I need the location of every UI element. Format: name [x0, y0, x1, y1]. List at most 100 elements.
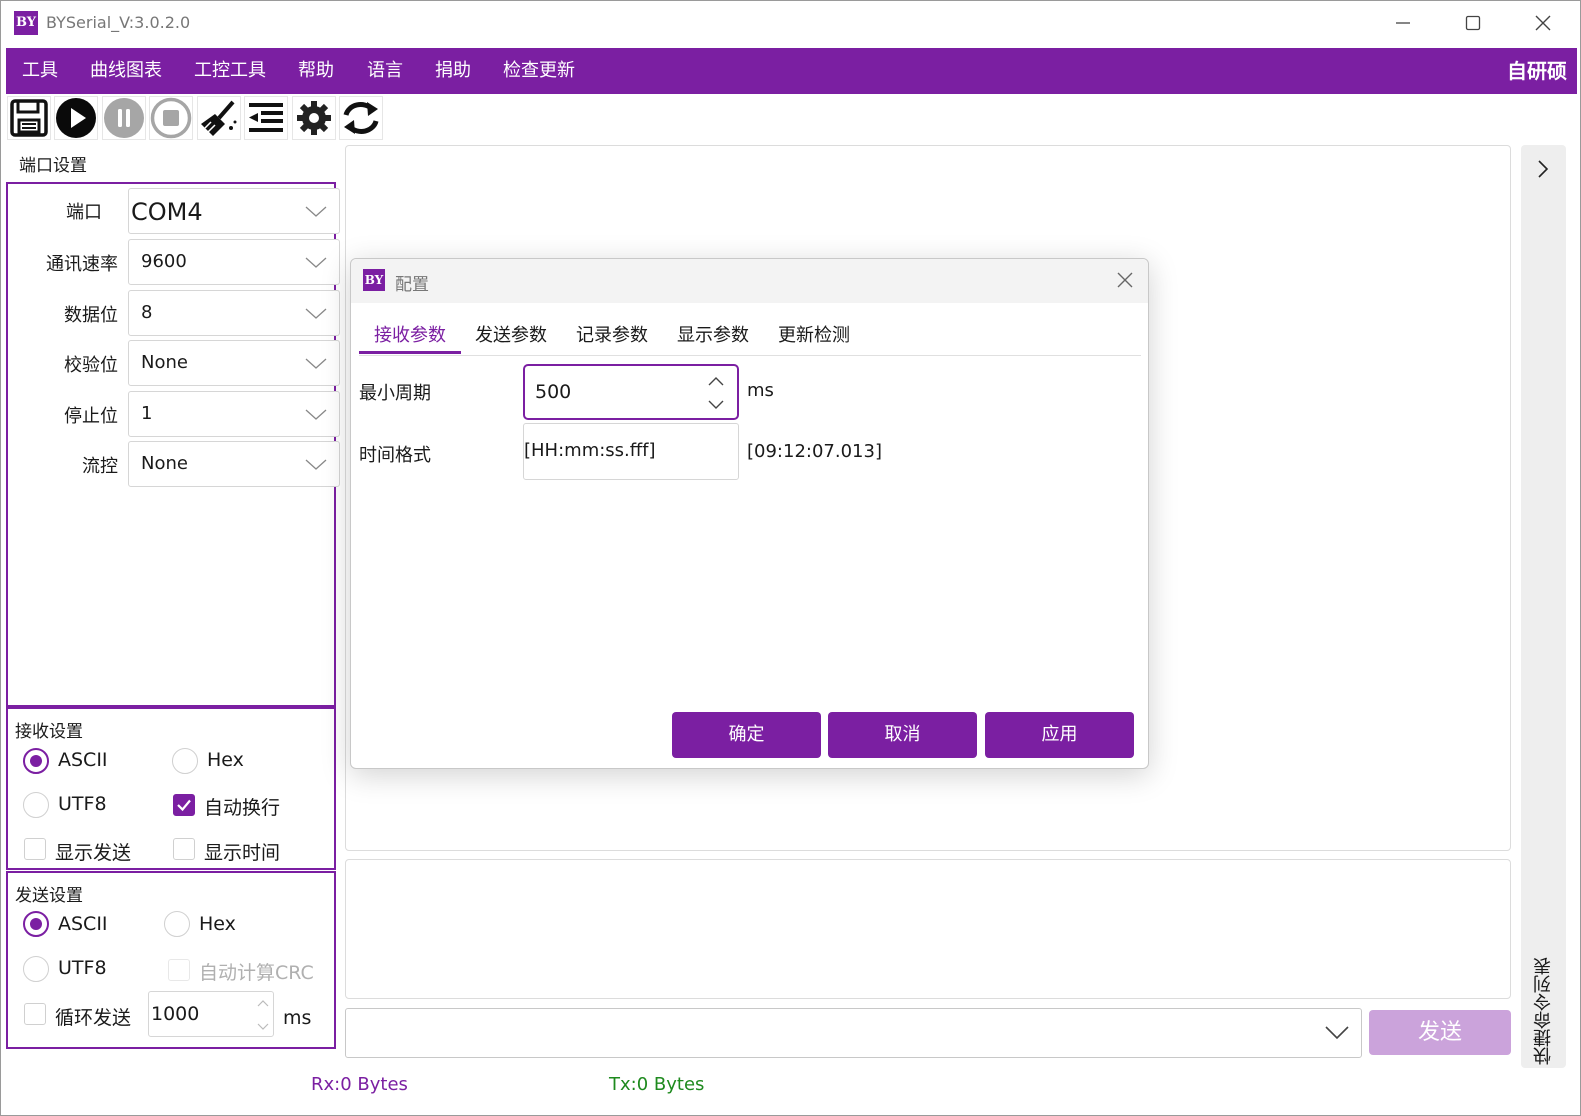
send-history-combo[interactable]	[345, 1008, 1362, 1058]
app-window: BY BYSerial_V:3.0.2.0 工具 曲线图表 工控工具 帮助 语言…	[0, 0, 1581, 1116]
data-bits-value: 8	[141, 302, 153, 323]
receive-hex-radio[interactable]	[172, 748, 198, 774]
cancel-button[interactable]: 取消	[828, 712, 977, 758]
config-dialog: BY 配置 接收参数 发送参数 记录参数 显示参数 更新检测 最小周期 500 …	[350, 258, 1149, 769]
send-text-area[interactable]	[345, 859, 1511, 999]
dialog-title-bar: BY 配置	[351, 259, 1148, 303]
send-utf8-radio[interactable]	[23, 956, 49, 982]
settings-button[interactable]	[292, 96, 336, 140]
send-hex-radio[interactable]	[164, 911, 190, 937]
chevron-down-icon	[305, 206, 327, 217]
parity-combo[interactable]: None	[128, 340, 340, 386]
stop-bits-value: 1	[141, 403, 153, 424]
receive-ascii-radio[interactable]	[23, 748, 49, 774]
show-send-checkbox[interactable]	[24, 838, 46, 860]
receive-utf8-radio[interactable]	[23, 792, 49, 818]
dialog-title: 配置	[395, 275, 429, 295]
loop-send-label: 循环发送	[55, 1007, 132, 1029]
auto-crc-label: 自动计算CRC	[199, 962, 314, 984]
tab-record-params[interactable]: 记录参数	[576, 321, 648, 347]
indent-icon	[249, 103, 283, 132]
baud-rate-value: 9600	[141, 251, 187, 272]
auto-crc-checkbox[interactable]	[168, 959, 190, 981]
min-period-value: 500	[535, 381, 572, 403]
chevron-down-icon	[305, 308, 327, 319]
loop-interval-value: 1000	[151, 1003, 200, 1025]
send-button[interactable]: 发送	[1369, 1010, 1511, 1055]
close-window-button[interactable]	[1508, 1, 1578, 45]
start-button[interactable]	[54, 96, 98, 140]
stop-bits-combo[interactable]: 1	[128, 391, 340, 437]
quick-command-panel-toggle[interactable]: 快捷命令列表	[1521, 145, 1566, 1068]
parity-label: 校验位	[64, 355, 118, 376]
auto-newline-checkbox[interactable]	[173, 794, 195, 816]
menu-tools[interactable]: 工具	[22, 48, 58, 94]
tab-update-check[interactable]: 更新检测	[778, 321, 850, 347]
minimize-button[interactable]	[1368, 1, 1438, 45]
save-icon	[10, 99, 48, 137]
maximize-icon	[1465, 15, 1481, 31]
port-settings-title: 端口设置	[19, 156, 87, 176]
port-combo[interactable]: COM4	[128, 188, 340, 234]
clear-button[interactable]	[197, 96, 241, 140]
receive-utf8-label: UTF8	[58, 793, 107, 815]
min-period-unit: ms	[747, 380, 774, 401]
refresh-icon	[343, 102, 379, 134]
flow-control-label: 流控	[82, 456, 118, 477]
show-time-checkbox[interactable]	[173, 838, 195, 860]
app-logo: BY	[14, 11, 38, 35]
stop-button[interactable]	[149, 96, 193, 140]
active-tab-indicator	[359, 351, 461, 354]
stop-icon	[150, 97, 192, 139]
menu-check-update[interactable]: 检查更新	[503, 48, 575, 94]
min-period-spinbox[interactable]: 500	[523, 364, 739, 420]
chevron-down-icon	[305, 459, 327, 470]
play-icon	[56, 98, 96, 138]
send-ascii-label: ASCII	[58, 913, 108, 935]
chevron-down-icon	[305, 409, 327, 420]
ok-button[interactable]: 确定	[672, 712, 821, 758]
baud-rate-label: 通讯速率	[46, 254, 118, 275]
loop-interval-spinbox[interactable]: 1000	[148, 991, 274, 1037]
show-time-label: 显示时间	[204, 842, 281, 864]
menu-bar: 工具 曲线图表 工控工具 帮助 语言 捐助 检查更新 自研硕	[6, 48, 1577, 94]
send-ascii-radio[interactable]	[23, 911, 49, 937]
port-label: 端口	[66, 202, 102, 223]
menu-charts[interactable]: 曲线图表	[90, 48, 162, 94]
title-bar: BY BYSerial_V:3.0.2.0	[1, 1, 1580, 47]
chevron-down-icon	[305, 257, 327, 268]
menu-donate[interactable]: 捐助	[435, 48, 471, 94]
menu-industrial-tools[interactable]: 工控工具	[194, 48, 266, 94]
tab-receive-params[interactable]: 接收参数	[374, 321, 446, 347]
apply-button[interactable]: 应用	[985, 712, 1134, 758]
chevron-down-icon	[1325, 1026, 1349, 1040]
save-button[interactable]	[7, 96, 51, 140]
auto-newline-label: 自动换行	[204, 797, 281, 819]
menu-language[interactable]: 语言	[367, 48, 403, 94]
spin-arrows-icon	[257, 1000, 269, 1030]
send-settings-panel: 发送设置 ASCII Hex UTF8 自动计算CRC 循环发送 1000 ms	[6, 871, 336, 1049]
time-format-preview: [09:12:07.013]	[747, 441, 882, 462]
tab-display-params[interactable]: 显示参数	[677, 321, 749, 347]
close-icon	[1535, 15, 1551, 31]
data-bits-combo[interactable]: 8	[128, 290, 340, 336]
time-format-label: 时间格式	[359, 445, 431, 466]
dialog-logo: BY	[363, 269, 385, 291]
pause-icon	[104, 98, 144, 138]
receive-settings-panel: 接收设置 ASCII Hex UTF8 自动换行 显示发送 显示时间	[6, 707, 336, 870]
send-hex-label: Hex	[199, 913, 236, 935]
minimize-icon	[1396, 22, 1410, 24]
indent-button[interactable]	[244, 96, 288, 140]
maximize-button[interactable]	[1438, 1, 1508, 45]
flow-control-combo[interactable]: None	[128, 441, 340, 487]
time-format-input[interactable]: [HH:mm:ss.fff]	[523, 423, 739, 480]
baud-rate-combo[interactable]: 9600	[128, 239, 340, 285]
menu-help[interactable]: 帮助	[298, 48, 334, 94]
dialog-close-icon[interactable]	[1116, 271, 1134, 289]
refresh-button[interactable]	[339, 96, 383, 140]
parity-value: None	[141, 352, 188, 373]
pause-button[interactable]	[102, 96, 146, 140]
stop-bits-label: 停止位	[64, 406, 118, 427]
tab-send-params[interactable]: 发送参数	[475, 321, 547, 347]
loop-send-checkbox[interactable]	[24, 1003, 46, 1025]
